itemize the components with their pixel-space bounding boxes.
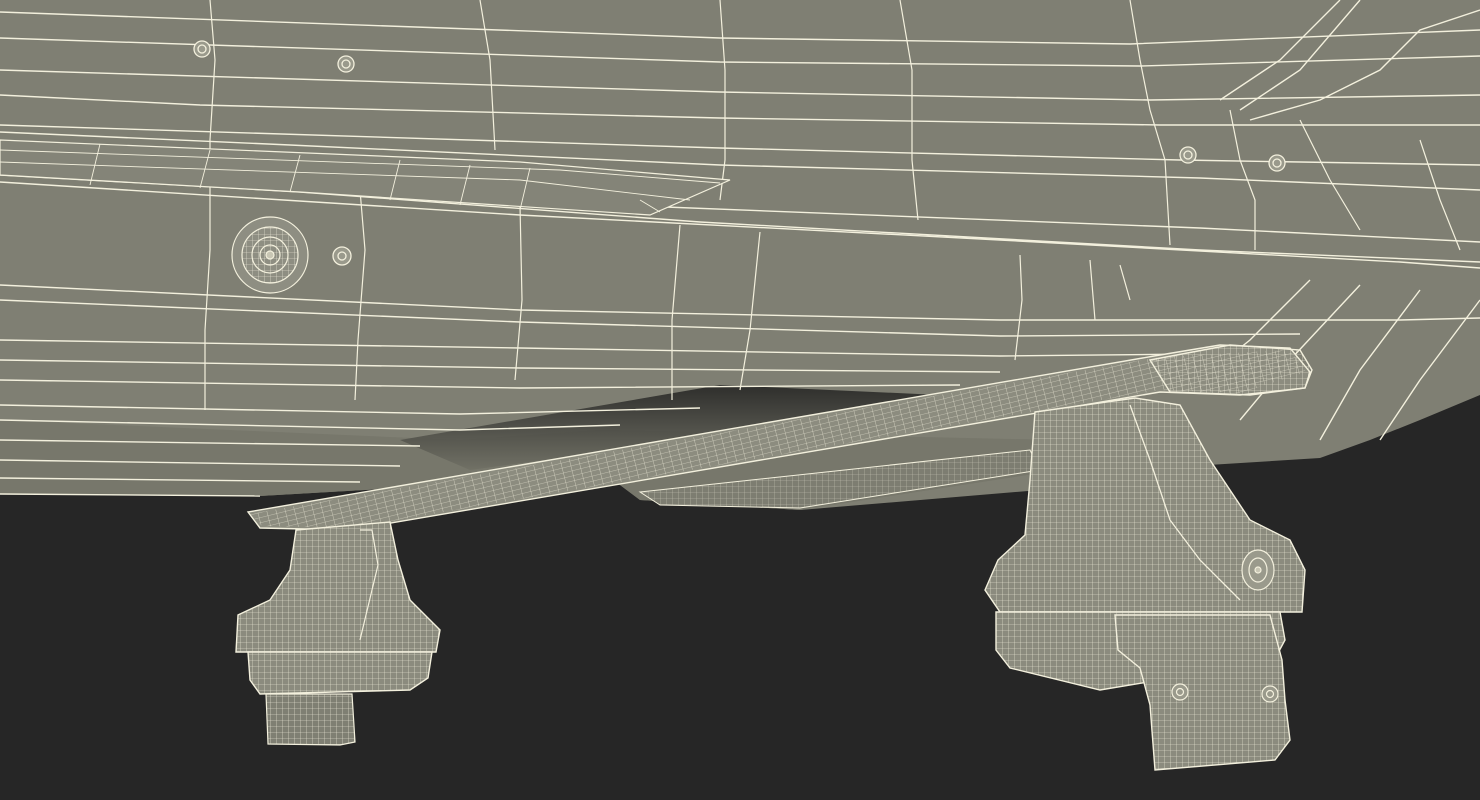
bolt-icon — [337, 55, 355, 73]
bolt-icon — [1261, 685, 1279, 703]
bolt-icon — [1268, 154, 1286, 172]
foot-left — [235, 521, 441, 746]
bolt-icon — [1179, 146, 1197, 164]
bolt-icon — [193, 40, 211, 58]
clamp-right — [1114, 614, 1291, 771]
bolt-icon — [332, 246, 352, 266]
bolt-icon — [1171, 683, 1189, 701]
foot-lock-icon — [1241, 549, 1275, 591]
render-canvas — [0, 0, 1480, 771]
wireframe-render — [0, 0, 1480, 800]
lock-icon — [231, 216, 309, 294]
